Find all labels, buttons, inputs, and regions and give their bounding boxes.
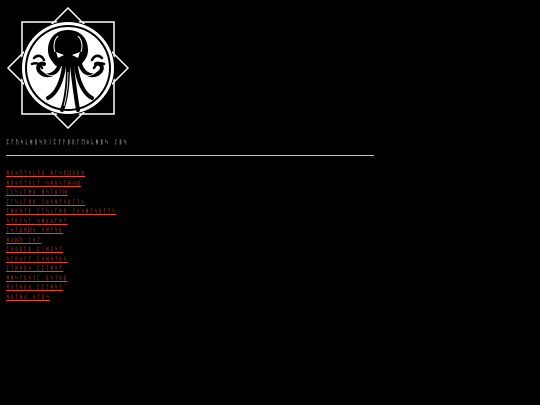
list-item: ᚻᚻᛋᚪᛒᛋᛏᛈ ᛒᛋᛏᛟᛒ xyxy=(6,270,116,282)
nav-link[interactable]: ᚻᛒᛏᚻᛟ ᛋᛏᛒᛋ xyxy=(6,294,50,301)
list-item: ᛈᛋᛏᛒᚻᛞᛟ ᛋᚻᛏᛋᛒ xyxy=(6,222,116,234)
list-item: ᛈᚪᛋᚳᚪᚻᛒ ᛇᛟᛋᚻᛏᛋᛒᚪᛏᛋ xyxy=(6,194,116,206)
page: ᛈᚪᚢᛋᚳᚻᛒᛋᚱᛁᛈᛏᚨᛒᚱᚪᛖᛟᚳᚻᛒᛋ ᛇᛒᛋ ᚻᛒᛟᚢᛏᛋᚳᛏᛒ ᚻᚪᛋ… xyxy=(0,0,540,405)
list-item: ᛈᛏᚻᛋᛒᛟ ᛈᛈᛏᚻᛋᛏ xyxy=(6,260,116,272)
list-item: ᛈᛋᛟᛒᛈᛒ ᛈᛁᚻᛒᛋᛏ xyxy=(6,241,116,253)
list-item: ᛈᛈᛋᚳᚪᚻᛒ ᚻᛋᚪᛒᛏᛞ xyxy=(6,184,116,196)
list-item: ᚻᛟᛏᛋᛒᛟ ᛈᛈᛏᚻᛋᛏ xyxy=(6,279,116,291)
divider xyxy=(6,155,374,156)
site-title: ᛈᚪᚢᛋᚳᚻᛒᛋᚱᛁᛈᛏᚨᛒᚱᚪᛖᛟᚳᚻᛒᛋ ᛇᛒᛋ xyxy=(6,139,129,146)
list-item: ᛋᚪᛒᛟᚪᛏ ᛈᛋᚻᛋᛏᛒᛋ xyxy=(6,251,116,263)
list-item: ᛏᚻᛒᛋᛏᛒ ᛈᚪᛋᚳᚪᚻᛒ ᛇᛟᛋᚻᛏᛋᛒᚪᛏᛋ xyxy=(6,203,116,215)
cthulhu-emblem-icon[interactable] xyxy=(6,6,130,130)
nav-list: ᚻᛒᛟᚢᛏᛋᚳᛏᛒ ᚻᚪᛋᛒᛞᚱᛒᚻ ᚻᛒᛟᚢᛏᛋᚳᛏ ᛋᚻᛒᛋᚪᚻᛟᛞ ᛈᛈᛋ… xyxy=(6,165,116,301)
list-item: ᚻᛒᛟᚢᛏᛋᚳᛏ ᛋᚻᛒᛋᚪᚻᛟᛞ xyxy=(6,175,116,187)
list-item: ᚻᛒᛟᚢᛏᛋᚳᛏᛒ ᚻᚪᛋᛒᛞᚱᛒᚻ xyxy=(6,165,116,177)
